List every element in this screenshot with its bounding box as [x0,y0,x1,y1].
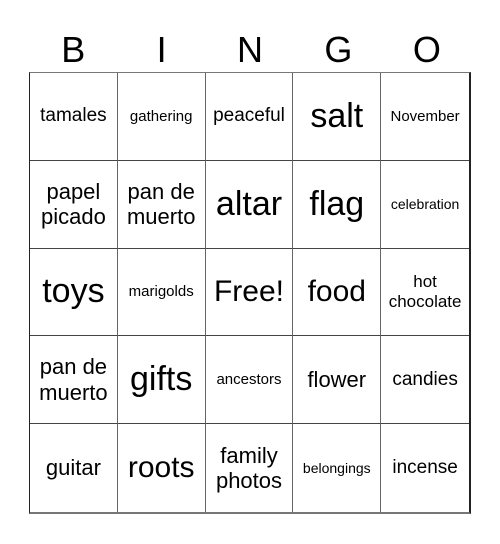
bingo-cell[interactable]: salt [293,73,382,161]
bingo-grid: tamales gathering peaceful salt November… [29,72,471,514]
bingo-cell[interactable]: candies [381,336,469,425]
bingo-cell[interactable]: altar [205,160,294,249]
header-letter-o: O [412,29,441,70]
header-letter-i: I [156,29,167,70]
bingo-cell[interactable]: guitar [30,424,118,512]
bingo-cell[interactable]: flag [293,160,382,249]
free-space-cell[interactable]: Free! [205,248,294,337]
header-letter-n: N [237,29,264,70]
bingo-cell[interactable]: toys [30,248,118,337]
bingo-cell[interactable]: papel picado [30,160,118,249]
bingo-cell[interactable]: tamales [30,73,118,161]
bingo-cell[interactable]: pan de muerto [117,160,206,249]
header-letter-b: B [61,29,86,70]
bingo-cell[interactable]: celebration [381,161,469,249]
bingo-cell[interactable]: marigolds [117,248,206,337]
bingo-cell[interactable]: hot chocolate [381,249,469,337]
bingo-cell[interactable]: gathering [117,73,206,161]
bingo-cell[interactable]: flower [293,336,382,425]
bingo-cell[interactable]: roots [118,424,206,512]
bingo-cell[interactable]: ancestors [205,336,294,425]
bingo-cell[interactable]: November [381,73,469,161]
bingo-cell[interactable]: food [293,248,382,337]
bingo-cell[interactable]: gifts [117,336,206,425]
bingo-cell[interactable]: pan de muerto [30,336,118,425]
bingo-header: B I N G O [29,28,471,72]
bingo-cell[interactable]: incense [381,424,469,512]
header-letter-g: G [324,29,353,70]
bingo-cell[interactable]: peaceful [205,73,294,161]
bingo-cell[interactable]: family photos [206,424,294,512]
bingo-cell[interactable]: belongings [293,424,382,512]
